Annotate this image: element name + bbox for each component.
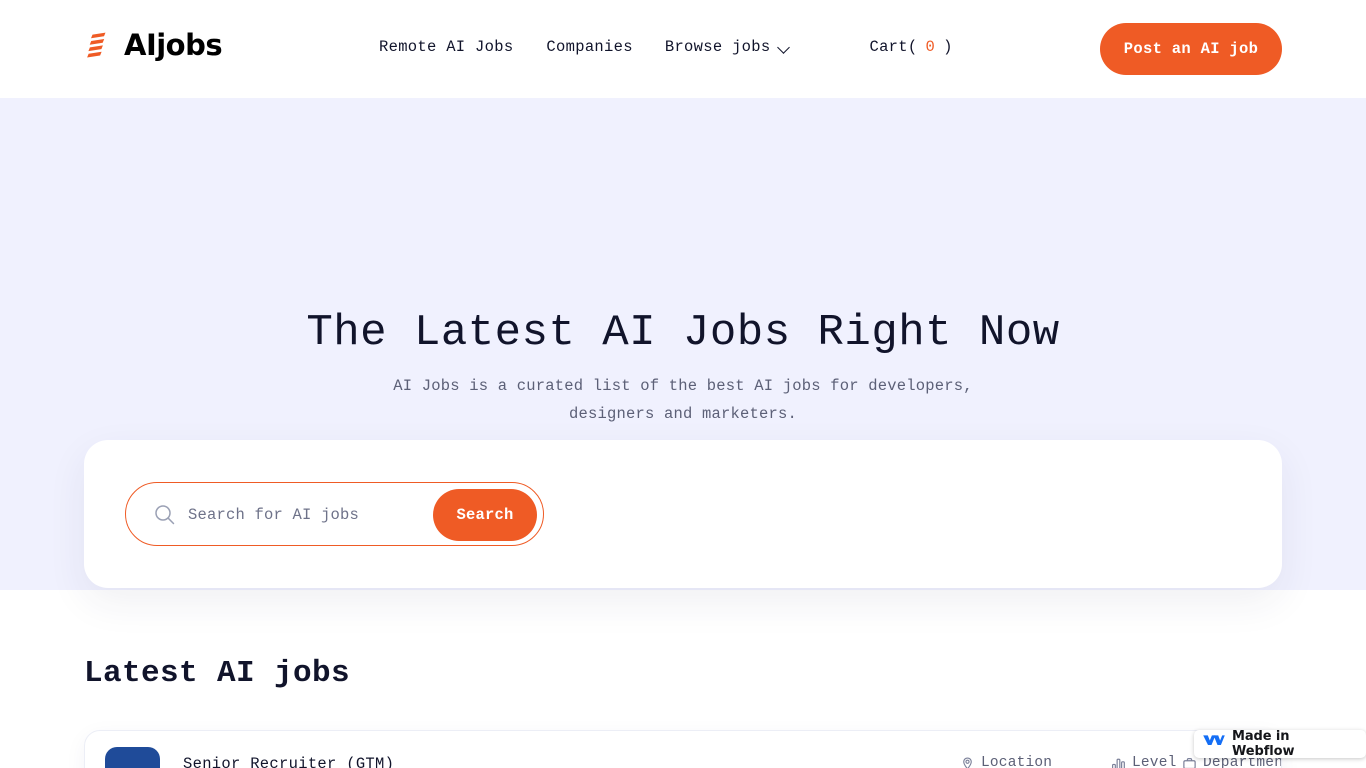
company-logo-icon xyxy=(105,747,160,768)
nav-item-remote-ai-jobs[interactable]: Remote AI Jobs xyxy=(379,38,513,56)
map-pin-icon xyxy=(960,756,975,768)
nav-label: Remote AI Jobs xyxy=(379,38,514,56)
bar-chart-icon xyxy=(1111,756,1126,768)
cart-label-prefix: Cart( xyxy=(869,38,918,56)
aijobs-logo-icon xyxy=(84,30,114,60)
hero-subtitle: AI Jobs is a curated list of the best AI… xyxy=(393,377,973,423)
brand-name: AIjobs xyxy=(124,27,223,62)
nav-label: Browse jobs xyxy=(664,38,771,56)
site-header: AIjobs Remote AI Jobs Companies Browse j… xyxy=(0,0,1366,98)
nav-item-cart[interactable]: Cart( 0) xyxy=(869,38,952,56)
nav-item-browse-jobs[interactable]: Browse jobs xyxy=(665,38,792,56)
nav-item-companies[interactable]: Companies xyxy=(546,38,632,56)
job-location-label: Location xyxy=(981,755,1053,768)
post-an-ai-job-button[interactable]: Post an AI job xyxy=(1100,23,1282,75)
brand-logo[interactable]: AIjobs xyxy=(84,27,223,62)
search-input[interactable] xyxy=(188,483,428,547)
search-button[interactable]: Search xyxy=(433,489,537,541)
briefcase-icon xyxy=(1182,756,1197,768)
chevron-down-icon xyxy=(778,43,791,51)
search-panel: Search Location Job Level xyxy=(84,440,1282,588)
search-icon xyxy=(154,504,175,525)
primary-nav: Remote AI Jobs Companies Browse jobs Car… xyxy=(379,38,953,56)
cart-label-suffix: ) xyxy=(943,38,953,56)
made-in-webflow-label: Made in Webflow xyxy=(1232,729,1295,759)
made-in-webflow-badge[interactable]: Made in Webflow xyxy=(1194,729,1366,759)
cart-count: 0 xyxy=(925,38,936,56)
latest-jobs-heading: Latest AI jobs xyxy=(84,656,351,691)
webflow-logo-icon xyxy=(1202,734,1225,754)
nav-label: Companies xyxy=(546,38,633,56)
search-field-wrapper[interactable]: Search xyxy=(125,482,544,547)
hero-title: The Latest AI Jobs Right Now xyxy=(306,308,1060,358)
job-meta-location: Location xyxy=(960,755,1052,768)
page-root: AIjobs Remote AI Jobs Companies Browse j… xyxy=(0,0,1366,768)
job-list-item[interactable]: Senior Recruiter (GTM) Location Level De… xyxy=(84,730,1282,768)
job-meta-level: Level xyxy=(1111,755,1177,768)
job-level-label: Level xyxy=(1132,755,1177,768)
job-title: Senior Recruiter (GTM) xyxy=(183,755,395,768)
